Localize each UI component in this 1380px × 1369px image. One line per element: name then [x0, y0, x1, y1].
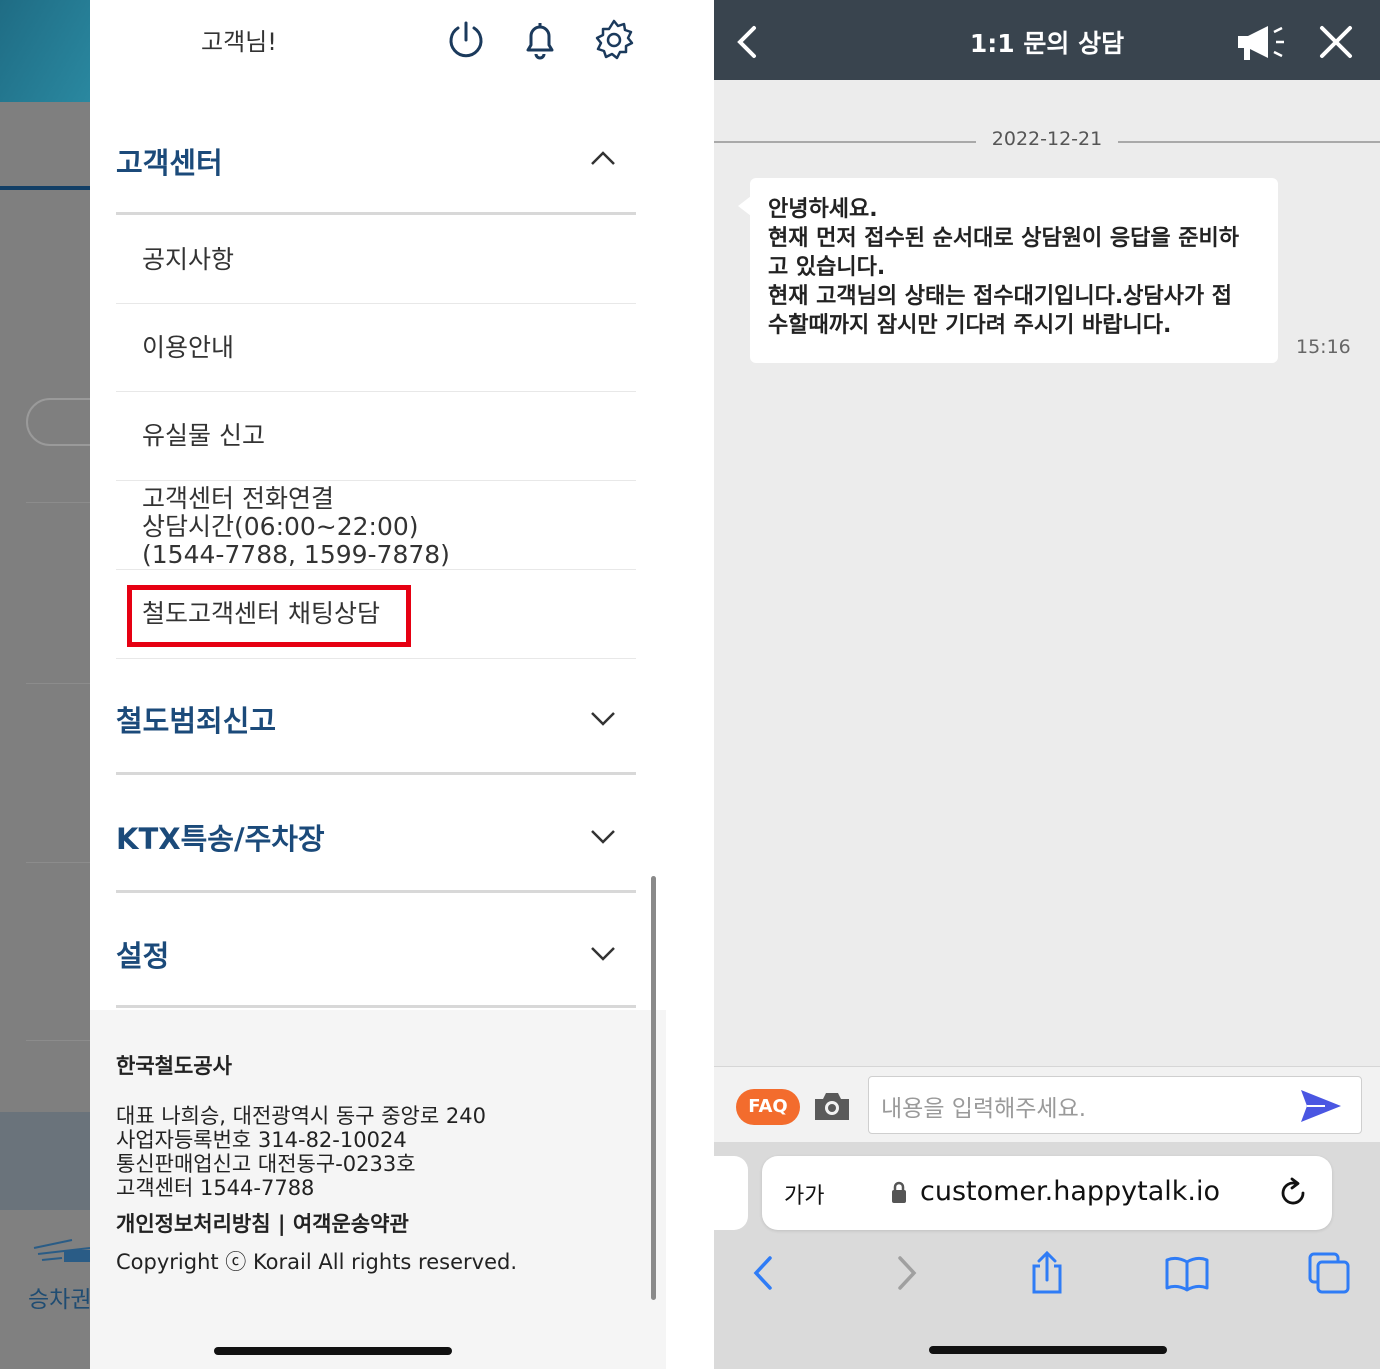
- camera-icon[interactable]: [812, 1089, 852, 1123]
- ktx-logo-icon: [33, 1239, 90, 1262]
- section-divider: [116, 890, 636, 893]
- footer-links[interactable]: 개인정보처리방침 | 여객운송약관: [116, 1208, 409, 1238]
- message-input[interactable]: 내용을 입력해주세요.: [868, 1076, 1362, 1134]
- gear-icon[interactable]: [592, 18, 636, 62]
- chevron-down-icon[interactable]: [590, 710, 616, 726]
- scrollbar[interactable]: [651, 876, 656, 1300]
- message-line: 현재 고객님의 상태는 접수대기입니다.상담사가 접: [768, 284, 1233, 309]
- section-title: 고객센터: [116, 146, 223, 180]
- menu-item-phone-call[interactable]: 고객센터 전화연결 상담시간(06:00~22:00) (1544-7788, …: [116, 481, 636, 570]
- message-timestamp: 15:16: [1296, 336, 1351, 358]
- message-line: 현재 먼저 접수된 순서대로 상담원이 응답을 준비하: [768, 226, 1239, 251]
- home-indicator: [929, 1346, 1167, 1354]
- lock-icon: [892, 1181, 906, 1203]
- section-divider: [116, 212, 636, 215]
- background-input-pill: [26, 398, 90, 446]
- date-rule: [714, 141, 976, 143]
- menu-item-phone-numbers: (1544-7788, 1599-7878): [142, 540, 450, 569]
- chevron-down-icon[interactable]: [590, 945, 616, 961]
- send-icon[interactable]: [1299, 1087, 1343, 1125]
- section-divider: [116, 1005, 636, 1008]
- chevron-down-icon[interactable]: [590, 828, 616, 844]
- left-screenshot: 승차권 고객님! 고객센터 공지사항 이용안내 유실물 신고 고객센터 전화연결…: [0, 0, 714, 1369]
- background-divider: [26, 1040, 90, 1041]
- menu-item-notice[interactable]: 공지사항: [116, 216, 636, 304]
- chevron-up-icon[interactable]: [590, 150, 616, 166]
- menu-item-label: 유실물 신고: [142, 421, 265, 450]
- message-line: 안녕하세요.: [768, 197, 878, 222]
- section-title: KTX특송/주차장: [116, 822, 325, 856]
- tabs-icon[interactable]: [1306, 1250, 1352, 1296]
- background-divider: [26, 683, 90, 684]
- background-header: [0, 0, 90, 102]
- power-icon[interactable]: [444, 18, 488, 62]
- greeting-text: 고객님!: [201, 28, 277, 56]
- megaphone-icon[interactable]: [1234, 20, 1294, 64]
- menu-item-guide[interactable]: 이용안내: [116, 304, 636, 392]
- chat-header: 1:1 문의 상담: [714, 0, 1380, 80]
- bell-icon[interactable]: [518, 18, 562, 62]
- home-indicator: [214, 1347, 452, 1355]
- menu-item-label: 공지사항: [142, 245, 235, 274]
- drawer-footer: 한국철도공사 대표 나희승, 대전광역시 동구 중앙로 240 사업자등록번호 …: [90, 1010, 666, 1369]
- reload-icon[interactable]: [1276, 1176, 1310, 1210]
- menu-item-lost-found[interactable]: 유실물 신고: [116, 392, 636, 481]
- close-icon[interactable]: [1318, 24, 1354, 60]
- background-nav-underline: [0, 186, 90, 190]
- drawer-header: 고객님!: [90, 0, 666, 92]
- footer-line: 고객센터 1544-7788: [116, 1176, 315, 1200]
- address-bar[interactable]: 가가 customer.happytalk.io: [762, 1156, 1332, 1230]
- faq-button[interactable]: FAQ: [736, 1089, 800, 1125]
- section-title: 철도범죄신고: [116, 704, 277, 738]
- copyright: Copyright ⓒ Korail All rights reserved.: [116, 1250, 517, 1274]
- browser-back-icon[interactable]: [742, 1250, 788, 1296]
- background-band: [0, 1112, 90, 1210]
- input-placeholder: 내용을 입력해주세요.: [881, 1096, 1087, 1122]
- date-rule: [1118, 141, 1380, 143]
- section-customer-center[interactable]: 고객센터: [116, 130, 636, 216]
- browser-chrome: 가가 customer.happytalk.io: [714, 1142, 1380, 1369]
- highlight-box: [127, 585, 411, 647]
- section-divider: [116, 772, 636, 775]
- section-settings[interactable]: 설정: [116, 925, 636, 1011]
- share-icon[interactable]: [1024, 1250, 1070, 1296]
- date-separator: 2022-12-21: [714, 126, 1380, 156]
- message-bubble: 안녕하세요. 현재 먼저 접수된 순서대로 상담원이 응답을 준비하 고 있습니…: [738, 178, 1278, 363]
- right-screenshot: 1:1 문의 상담 2022-12-21 안녕하세요. 현재 먼저 접수된 순서…: [714, 0, 1380, 1369]
- company-name: 한국철도공사: [116, 1054, 232, 1078]
- menu-item-label: 고객센터 전화연결: [142, 484, 334, 513]
- chat-input-bar: FAQ 내용을 입력해주세요.: [714, 1066, 1380, 1142]
- section-ktx-parking[interactable]: KTX특송/주차장: [116, 808, 636, 894]
- background-tab-label[interactable]: 승차권: [28, 1280, 90, 1314]
- text-size-button[interactable]: 가가: [784, 1178, 824, 1210]
- url-text[interactable]: customer.happytalk.io: [920, 1176, 1220, 1207]
- side-drawer: 고객님! 고객센터 공지사항 이용안내 유실물 신고 고객센터 전화연결 상담시…: [90, 0, 666, 1369]
- background-divider: [26, 502, 90, 503]
- section-railway-crime[interactable]: 철도범죄신고: [116, 690, 636, 776]
- browser-forward-icon[interactable]: [884, 1250, 930, 1296]
- previous-tab-preview[interactable]: [714, 1156, 748, 1230]
- menu-item-label: 이용안내: [142, 333, 235, 362]
- bookmarks-icon[interactable]: [1164, 1250, 1210, 1296]
- background-divider: [26, 862, 90, 863]
- date-label: 2022-12-21: [991, 128, 1103, 150]
- message-line: 수할때까지 잠시만 기다려 주시기 바랍니다.: [768, 313, 1172, 338]
- background-app: 승차권: [0, 0, 90, 1369]
- message-line: 고 있습니다.: [768, 255, 886, 280]
- menu-item-hours: 상담시간(06:00~22:00): [142, 512, 419, 541]
- section-title: 설정: [116, 939, 170, 973]
